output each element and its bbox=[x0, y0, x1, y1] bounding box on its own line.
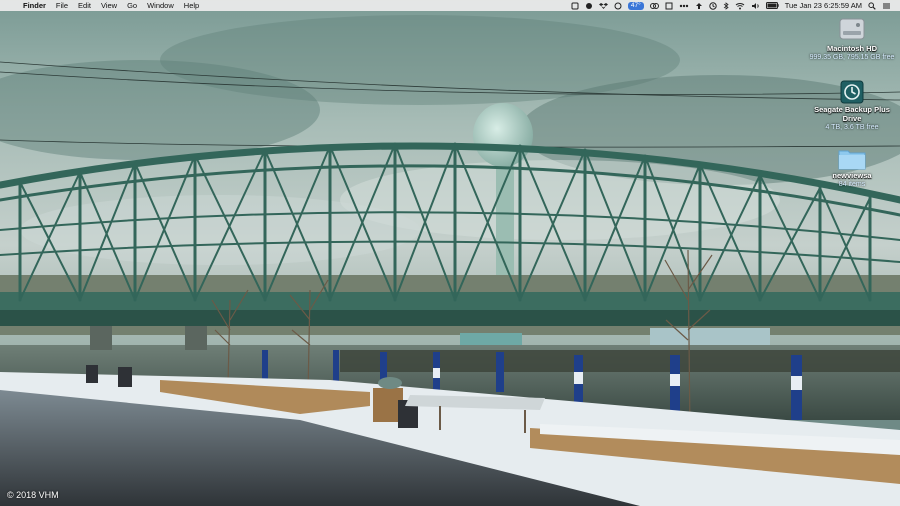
volume-icon[interactable] bbox=[751, 0, 760, 11]
menu-window[interactable]: Window bbox=[142, 0, 179, 11]
desktop-icon-newviewsa-folder[interactable]: newviewsa 84 items bbox=[804, 147, 900, 189]
desktop-icon-label: newviewsa bbox=[832, 171, 872, 180]
folder-icon bbox=[838, 150, 866, 170]
notification-center-icon[interactable] bbox=[882, 0, 891, 11]
status-menu-icon[interactable] bbox=[571, 0, 579, 11]
wifi-icon[interactable] bbox=[735, 0, 745, 11]
desktop-icon-info: 4 TB, 3.6 TB free bbox=[825, 124, 879, 131]
hard-drive-icon bbox=[839, 18, 865, 40]
desktop-icon-info: 84 items bbox=[838, 181, 866, 188]
time-machine-drive-icon bbox=[840, 80, 864, 104]
desktop-icon-macintosh-hd[interactable]: Macintosh HD 999.35 GB, 795.15 GB free bbox=[804, 14, 900, 62]
menu-help[interactable]: Help bbox=[179, 0, 204, 11]
menu-finder[interactable]: Finder bbox=[18, 0, 51, 11]
sync-icon[interactable] bbox=[614, 0, 622, 11]
bluetooth-icon[interactable] bbox=[723, 0, 729, 11]
screen-share-icon[interactable] bbox=[649, 0, 659, 11]
lastpass-icon[interactable] bbox=[679, 0, 689, 11]
desktop-wallpaper bbox=[0, 0, 900, 506]
upload-icon[interactable] bbox=[695, 0, 703, 11]
time-machine-icon[interactable] bbox=[709, 0, 717, 11]
temperature-badge: 47° bbox=[627, 1, 644, 10]
menu-view[interactable]: View bbox=[96, 0, 122, 11]
desktop-icon-label: Seagate Backup Plus Drive bbox=[814, 105, 890, 123]
menu-edit[interactable]: Edit bbox=[73, 0, 96, 11]
menu-file[interactable]: File bbox=[51, 0, 73, 11]
notification-icon[interactable] bbox=[665, 0, 673, 11]
weather-icon[interactable]: 47° bbox=[627, 0, 644, 11]
battery-icon[interactable] bbox=[765, 0, 779, 11]
desktop-icon-label: Macintosh HD bbox=[826, 44, 877, 53]
wallpaper-copyright: © 2018 VHM bbox=[7, 490, 59, 500]
dropbox-icon[interactable] bbox=[598, 0, 608, 11]
wifi-extra-icon[interactable] bbox=[585, 0, 593, 11]
menu-bar: Finder File Edit View Go Window Help 47° bbox=[0, 0, 900, 11]
spotlight-search-icon[interactable] bbox=[868, 0, 876, 11]
clock[interactable]: Tue Jan 23 6:25:59 AM bbox=[785, 0, 862, 11]
desktop-icon-info: 999.35 GB, 795.15 GB free bbox=[809, 54, 895, 61]
menu-go[interactable]: Go bbox=[122, 0, 142, 11]
desktop-icon-seagate-drive[interactable]: Seagate Backup Plus Drive 4 TB, 3.6 TB f… bbox=[804, 79, 900, 132]
